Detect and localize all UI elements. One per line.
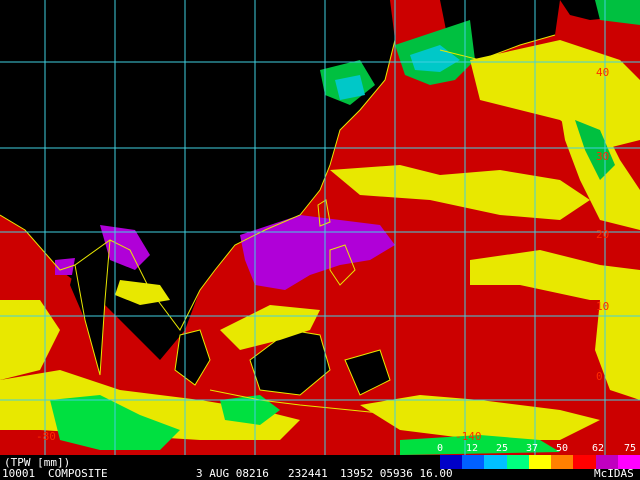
- lat-label-40: 40: [596, 66, 610, 79]
- colorbar-tick-62: 62: [592, 443, 605, 454]
- colorbar-tick-12: 12: [466, 443, 479, 454]
- colorbar-tick-0: 0: [437, 443, 444, 454]
- lat-label-0: 0: [596, 370, 603, 383]
- colorbar-segment: [528, 455, 552, 469]
- colorbar-tick-25: 25: [496, 443, 509, 454]
- image-type: COMPOSITE: [48, 467, 108, 480]
- colorbar-segment: [506, 455, 530, 469]
- lat-label-10: 10: [596, 300, 610, 313]
- colorbar-segment: [573, 455, 597, 469]
- lon-label-minus-80: -80: [36, 430, 56, 443]
- image-date: 3 AUG 08216: [196, 467, 269, 480]
- lon-label-minus-140: -140: [455, 430, 482, 443]
- lat-label-30: 30: [596, 150, 610, 163]
- colorbar-segment: [462, 455, 485, 469]
- colorbar-segment: [484, 455, 508, 469]
- credit-label: McIDAS: [594, 467, 634, 480]
- colorbar-segment: [551, 455, 574, 469]
- band-info: 13952 05936 16.00: [340, 467, 453, 480]
- lat-label-20: 20: [596, 228, 610, 241]
- colorbar-tick-50: 50: [556, 443, 569, 454]
- image-time: 232441: [288, 467, 328, 480]
- tpw-field: [0, 0, 640, 455]
- colorbar-tick-75: 75: [624, 443, 637, 454]
- colorbar-tick-37: 37: [526, 443, 539, 454]
- frame-id: 10001: [2, 467, 36, 480]
- satellite-map: 40 30 20 10 0 -80 -140 0 12 25 37 50 62 …: [0, 0, 640, 480]
